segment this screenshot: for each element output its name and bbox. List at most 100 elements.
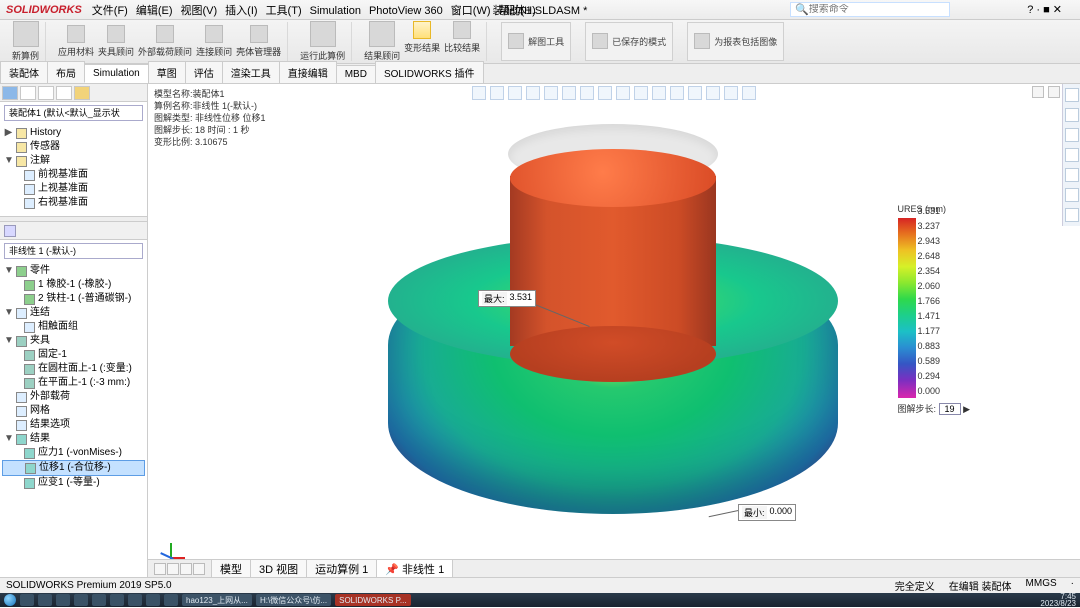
ribbon-item[interactable]: 结果顾问: [364, 21, 400, 62]
tree-node[interactable]: ▶History: [2, 126, 145, 140]
tree-node[interactable]: 应力1 (-vonMises-): [2, 446, 145, 460]
ribbon-right-item[interactable]: 解图工具: [501, 22, 571, 61]
fm-tab-design-tree-icon[interactable]: [2, 86, 18, 100]
model-tab[interactable]: 3D 视图: [250, 559, 307, 578]
taskbar-pinned-icon[interactable]: [38, 594, 52, 606]
ribbon-item[interactable]: 外部载荷顾问: [138, 25, 192, 58]
headsup-button-icon[interactable]: [490, 86, 504, 100]
tree-node[interactable]: ▼连结: [2, 306, 145, 320]
tree-node[interactable]: 在圆柱面上-1 (:变量:): [2, 362, 145, 376]
headsup-button-icon[interactable]: [670, 86, 684, 100]
graphics-viewport[interactable]: 模型名称:装配体1 算例名称:非线性 1(-默认-) 图解类型: 非线性位移 位…: [148, 84, 1080, 577]
system-clock[interactable]: 7:452023/8/23: [1040, 593, 1076, 607]
expand-icon[interactable]: ▶: [4, 126, 13, 140]
taskpane-tab-icon[interactable]: [1065, 108, 1079, 122]
tree-node[interactable]: ▼结果: [2, 432, 145, 446]
command-tab[interactable]: 布局: [47, 61, 85, 83]
expand-icon[interactable]: ▼: [4, 334, 13, 348]
fm-tab-dim-icon[interactable]: [56, 86, 72, 100]
ribbon-item[interactable]: 新算例: [12, 21, 39, 62]
headsup-button-icon[interactable]: [616, 86, 630, 100]
menu-item[interactable]: Simulation: [310, 5, 361, 17]
ribbon-item[interactable]: 运行此算例: [300, 21, 345, 62]
ribbon-item[interactable]: 夹具顾问: [98, 25, 134, 58]
headsup-button-icon[interactable]: [742, 86, 756, 100]
fm-study-dropdown[interactable]: 非线性 1 (-默认-): [4, 243, 143, 259]
help-buttons[interactable]: ? · ■ ✕: [1027, 3, 1062, 16]
search-input[interactable]: [809, 4, 945, 15]
menu-item[interactable]: 工具(T): [266, 5, 302, 17]
fm-tab-display-icon[interactable]: [74, 86, 90, 100]
headsup-button-icon[interactable]: [526, 86, 540, 100]
tab-next-icon[interactable]: [180, 563, 192, 575]
headsup-button-icon[interactable]: [706, 86, 720, 100]
tree-node[interactable]: 前视基准面: [2, 168, 145, 182]
tree-node[interactable]: 相触面组: [2, 320, 145, 334]
expand-icon[interactable]: ▼: [4, 306, 13, 320]
taskpane-tab-icon[interactable]: [1065, 208, 1079, 222]
model-tab[interactable]: 📌非线性 1: [376, 559, 453, 578]
headsup-button-icon[interactable]: [472, 86, 486, 100]
taskpane-tab-icon[interactable]: [1065, 148, 1079, 162]
headsup-button-icon[interactable]: [688, 86, 702, 100]
taskbar-pinned-icon[interactable]: [20, 594, 34, 606]
menu-item[interactable]: PhotoView 360: [369, 5, 443, 17]
windows-taskbar[interactable]: hao123_上网从...H:\微信公众号\仿...SOLIDWORKS P..…: [0, 593, 1080, 607]
taskpane-tab-icon[interactable]: [1065, 88, 1079, 102]
tree-node[interactable]: 传感器: [2, 140, 145, 154]
ribbon-item[interactable]: 变形结果: [404, 21, 440, 62]
fm-design-tree[interactable]: ▶History传感器▼注解前视基准面上视基准面右视基准面: [0, 124, 147, 216]
taskbar-pinned-icon[interactable]: [92, 594, 106, 606]
menu-item[interactable]: 窗口(W): [451, 5, 491, 17]
task-pane[interactable]: [1062, 84, 1080, 226]
tree-node[interactable]: ▼夹具: [2, 334, 145, 348]
ribbon-item[interactable]: 壳体管理器: [236, 25, 281, 58]
taskbar-window[interactable]: H:\微信公众号\仿...: [256, 594, 331, 606]
start-orb-icon[interactable]: [4, 594, 16, 606]
tree-node[interactable]: 在平面上-1 (:-3 mm:): [2, 376, 145, 390]
command-tab[interactable]: 草图: [148, 61, 186, 83]
expand-icon[interactable]: ▼: [4, 154, 13, 168]
tree-node[interactable]: 位移1 (-合位移-): [2, 460, 145, 476]
ribbon-item[interactable]: 比较结果: [444, 21, 480, 62]
fm-tab-property-icon[interactable]: [20, 86, 36, 100]
command-tab[interactable]: SOLIDWORKS 插件: [375, 61, 484, 83]
heads-up-toolbar[interactable]: [472, 86, 756, 100]
command-tab[interactable]: Simulation: [84, 64, 149, 83]
taskbar-pinned-icon[interactable]: [56, 594, 70, 606]
menu-item[interactable]: 编辑(E): [136, 5, 173, 17]
ribbon-item[interactable]: 应用材料: [58, 25, 94, 58]
fm-tab-strip[interactable]: [0, 84, 147, 102]
expand-icon[interactable]: ▼: [4, 432, 13, 446]
ribbon-right-item[interactable]: 为报表包括图像: [687, 22, 784, 61]
fm-config-dropdown[interactable]: 装配体1 (默认<默认_显示状态-1>显示): [4, 105, 143, 121]
taskbar-pinned-icon[interactable]: [110, 594, 124, 606]
search-box[interactable]: 🔍: [790, 2, 950, 17]
tab-first-icon[interactable]: [154, 563, 166, 575]
headsup-button-icon[interactable]: [580, 86, 594, 100]
headsup-button-icon[interactable]: [562, 86, 576, 100]
menu-item[interactable]: 视图(V): [181, 5, 218, 17]
legend-step-input[interactable]: [939, 403, 961, 415]
tab-prev-icon[interactable]: [167, 563, 179, 575]
headsup-button-icon[interactable]: [724, 86, 738, 100]
model-tab[interactable]: 模型: [211, 559, 251, 578]
vp-min-icon[interactable]: [1032, 86, 1044, 98]
taskbar-pinned-icon[interactable]: [164, 594, 178, 606]
taskbar-pinned-icon[interactable]: [128, 594, 142, 606]
taskbar-window[interactable]: SOLIDWORKS P...: [335, 594, 410, 606]
taskpane-tab-icon[interactable]: [1065, 188, 1079, 202]
headsup-button-icon[interactable]: [544, 86, 558, 100]
tree-node[interactable]: 1 橡胶-1 (-橡胶-): [2, 278, 145, 292]
taskbar-pinned-icon[interactable]: [74, 594, 88, 606]
tree-node[interactable]: 结果选项: [2, 418, 145, 432]
tree-node[interactable]: 右视基准面: [2, 196, 145, 210]
tree-node[interactable]: 应变1 (-等量-): [2, 476, 145, 490]
command-tab[interactable]: MBD: [336, 65, 376, 83]
command-tab[interactable]: 评估: [185, 61, 223, 83]
vp-max-icon[interactable]: [1048, 86, 1060, 98]
tree-node[interactable]: 上视基准面: [2, 182, 145, 196]
model-tab[interactable]: 运动算例 1: [306, 559, 377, 578]
menu-item[interactable]: 插入(I): [225, 5, 257, 17]
tree-node[interactable]: 固定-1: [2, 348, 145, 362]
